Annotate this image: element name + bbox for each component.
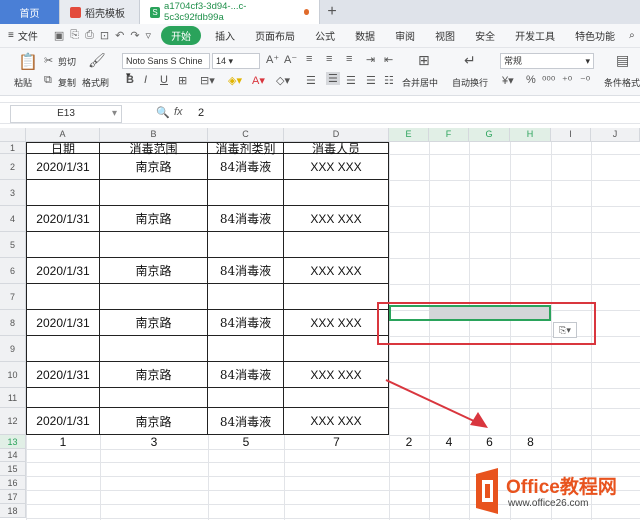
arrow-line <box>385 379 477 423</box>
annotation-arrow <box>385 379 488 428</box>
watermark-logo: Office教程网 www.office26.com <box>462 466 638 518</box>
watermark-url: www.office26.com <box>508 498 589 509</box>
watermark-brand: Office教程网 <box>506 477 617 498</box>
